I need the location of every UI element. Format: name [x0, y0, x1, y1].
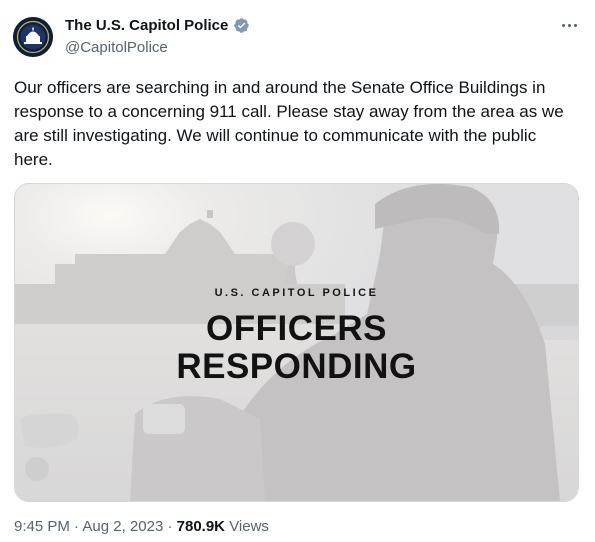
author-name[interactable]: The U.S. Capitol Police [65, 17, 228, 34]
more-horizontal-icon [573, 23, 577, 27]
capitol-police-badge-icon [13, 17, 53, 57]
tweet-media-image[interactable]: U.S. CAPITOL POLICE OFFICERS RESPONDING [14, 183, 579, 502]
more-options-button[interactable] [556, 14, 582, 36]
media-headline: OFFICERS RESPONDING [15, 310, 578, 386]
more-horizontal-icon [567, 23, 571, 27]
tweet-text: Our officers are searching in and around… [14, 78, 564, 169]
tweet-meta: 9:45 PM · Aug 2, 2023 · 780.9K Views [14, 518, 269, 535]
media-headline-line-1: OFFICERS [206, 309, 387, 348]
views-label: Views [229, 518, 269, 535]
tweet-date[interactable]: Aug 2, 2023 [82, 518, 163, 535]
verified-badge-icon [234, 18, 249, 33]
tweet-time[interactable]: 9:45 PM [14, 518, 70, 535]
media-kicker-text: U.S. CAPITOL POLICE [214, 287, 379, 299]
meta-separator: · [74, 518, 80, 535]
meta-separator: · [167, 518, 173, 535]
author-handle[interactable]: @CapitolPolice [65, 39, 168, 56]
views-count: 780.9K [176, 518, 226, 535]
tweet-card: The U.S. Capitol Police @CapitolPolice O… [0, 0, 595, 542]
more-horizontal-icon [561, 23, 565, 27]
media-headline-line-2: RESPONDING [176, 347, 417, 386]
author-avatar[interactable] [13, 17, 53, 57]
